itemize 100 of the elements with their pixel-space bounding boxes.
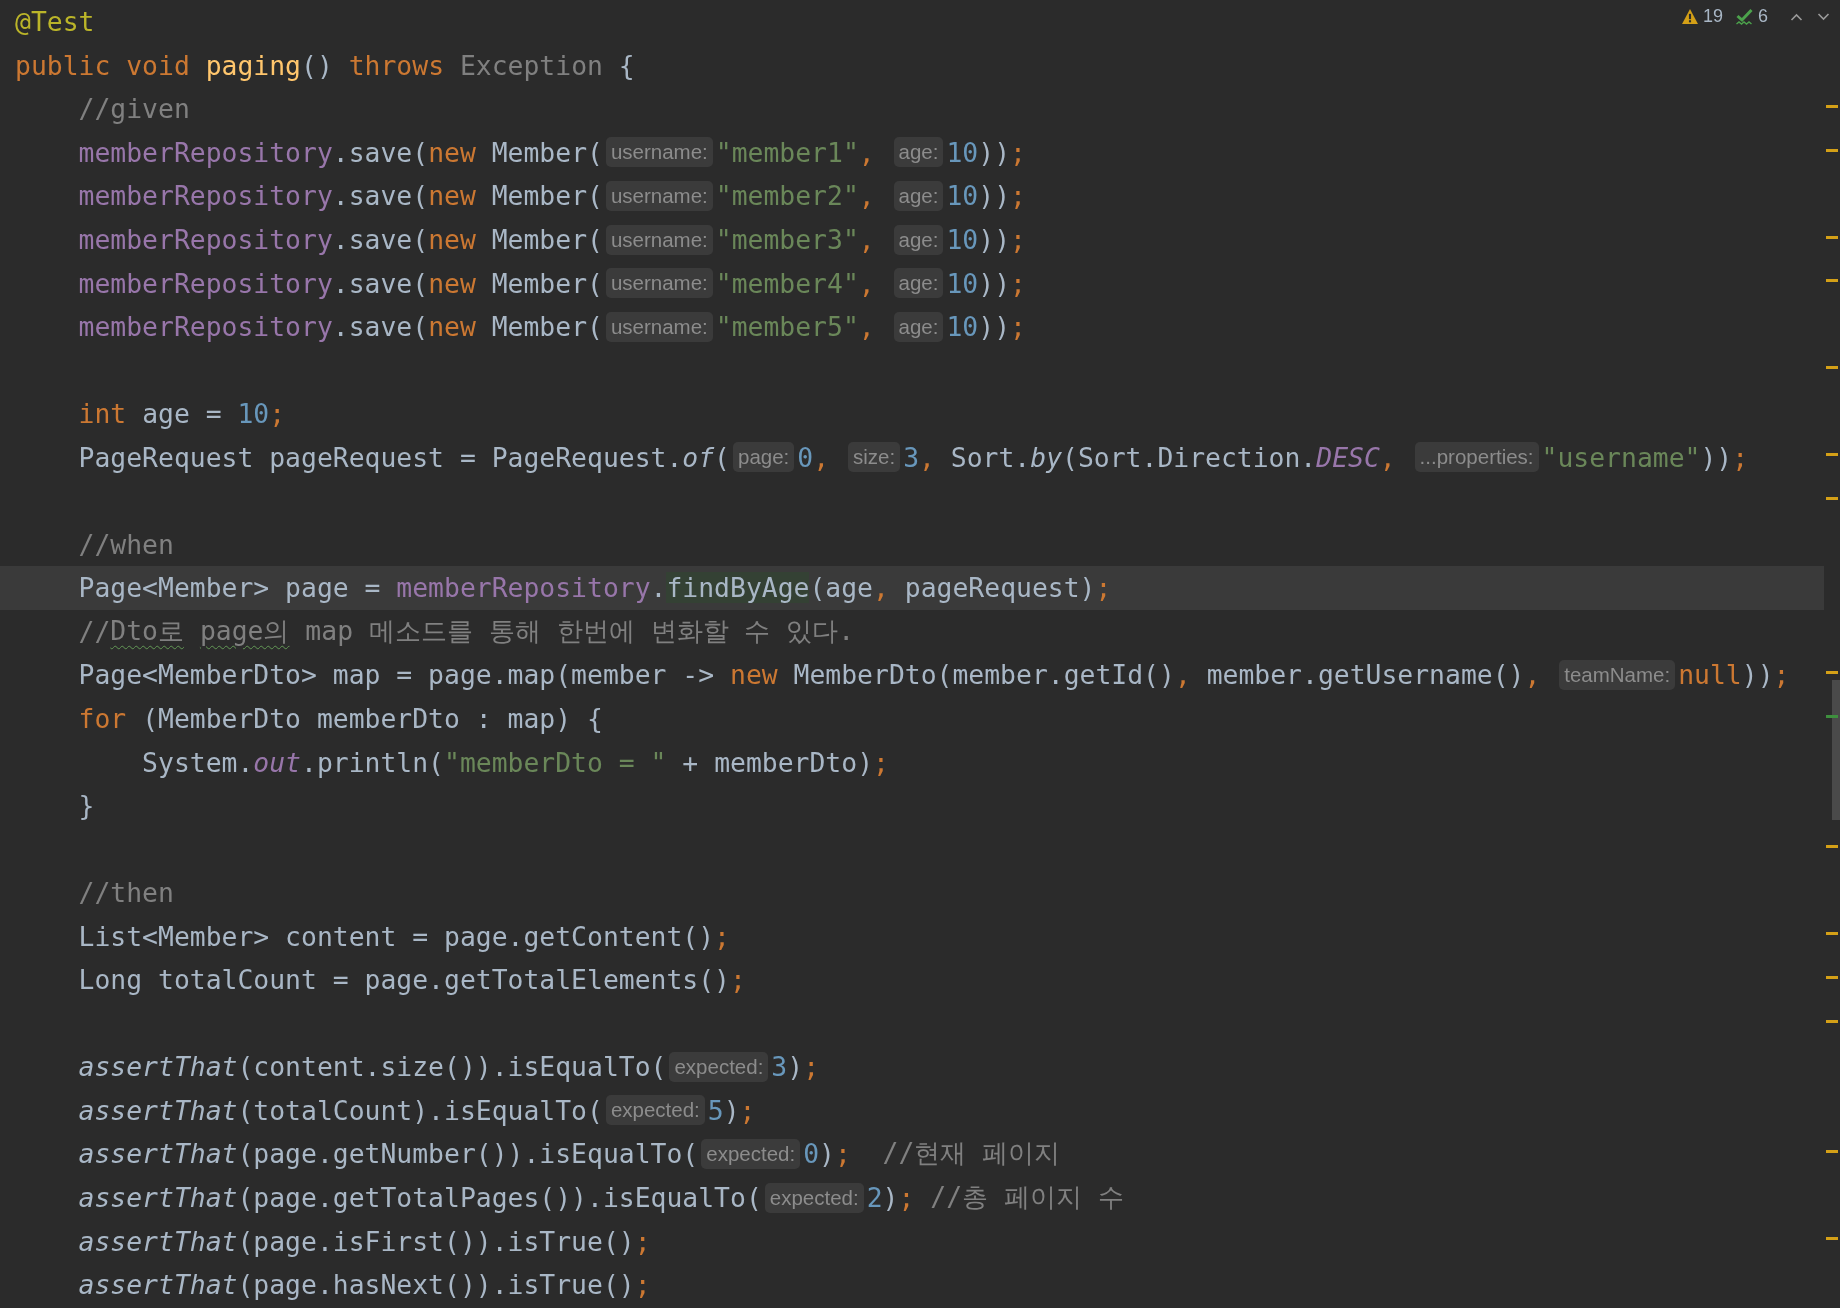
- code-token: assertThat: [78, 1269, 238, 1301]
- code-token: 0: [803, 1138, 820, 1170]
- code-token: (Sort.Direction.: [1062, 441, 1317, 473]
- code-token: )): [978, 267, 1011, 299]
- code-token: Long totalCount = page.getTotalElements(): [78, 964, 730, 996]
- code-comment: //then: [78, 877, 174, 909]
- code-token: int: [78, 398, 128, 430]
- code-token: Page<Member> page =: [78, 572, 382, 604]
- code-comment: //when: [78, 528, 174, 560]
- inlay-hint: age:: [893, 137, 944, 168]
- code-token: ;: [1010, 311, 1026, 343]
- code-token: ,: [858, 224, 876, 255]
- stripe-mark[interactable]: [1826, 279, 1838, 283]
- code-token: 5: [707, 1094, 724, 1126]
- code-token: memberRepository: [78, 180, 333, 212]
- code-token: 10: [946, 224, 979, 255]
- code-token: new: [428, 311, 477, 343]
- code-token: pageRequest): [904, 572, 1096, 604]
- code-token: (totalCount).isEqualTo(: [237, 1094, 603, 1126]
- scrollbar-thumb[interactable]: [1832, 680, 1840, 820]
- code-token: ,: [813, 441, 831, 473]
- code-token: ): [723, 1094, 740, 1126]
- stripe-mark[interactable]: [1826, 1150, 1838, 1154]
- code-token: Member(: [491, 136, 603, 168]
- code-token: "member1": [715, 136, 859, 168]
- code-token: Sort.: [950, 441, 1031, 473]
- code-token: .save(: [332, 180, 429, 212]
- code-token: 10: [237, 398, 270, 430]
- stripe-mark[interactable]: [1826, 105, 1838, 109]
- inlay-hint: ...properties:: [1414, 442, 1539, 473]
- code-token: (content.size()).isEqualTo(: [237, 1051, 667, 1083]
- chevron-down-icon[interactable]: [1817, 12, 1830, 21]
- code-comment: map 메소드를 통해 한번에 변화할 수 있다.: [305, 613, 855, 648]
- code-token: .: [650, 572, 667, 604]
- code-token: of: [682, 441, 715, 473]
- code-token: (age: [809, 572, 873, 604]
- code-token: )): [978, 136, 1011, 168]
- inlay-hint: expected:: [605, 1095, 705, 1126]
- code-token: new: [428, 267, 477, 299]
- stripe-mark[interactable]: [1826, 453, 1838, 457]
- code-token: ;: [834, 1138, 851, 1170]
- stripe-mark[interactable]: [1826, 714, 1838, 718]
- code-token: "memberDto = ": [444, 746, 667, 778]
- code-token: (MemberDto memberDto : map) {: [142, 703, 603, 734]
- code-token: ;: [1010, 224, 1026, 255]
- code-token: ): [787, 1051, 804, 1083]
- code-token: )): [1700, 441, 1733, 473]
- code-token: ;: [714, 920, 730, 952]
- inlay-hint: age:: [893, 268, 944, 299]
- code-token: 10: [946, 180, 979, 212]
- code-token: (page.isFirst()).isTrue(): [237, 1225, 635, 1257]
- code-token: memberRepository: [78, 136, 333, 168]
- code-token: Page<MemberDto> map = page.map(member ->: [78, 659, 716, 691]
- weak-warning-count[interactable]: 6: [1758, 6, 1768, 27]
- code-token: ;: [1010, 267, 1026, 299]
- code-token: 3: [771, 1051, 788, 1083]
- code-token: "username": [1541, 441, 1701, 473]
- code-token: assertThat: [78, 1094, 238, 1126]
- code-token: List<Member> content = page.getContent(): [78, 920, 715, 952]
- stripe-mark[interactable]: [1826, 235, 1838, 239]
- stripe-mark[interactable]: [1826, 1237, 1838, 1241]
- stripe-mark[interactable]: [1826, 148, 1838, 152]
- code-token: (page.getTotalPages()).isEqualTo(: [237, 1182, 762, 1214]
- code-token: (): [301, 49, 334, 81]
- code-token: new: [428, 136, 477, 168]
- code-token: )): [978, 311, 1011, 343]
- chevron-up-icon[interactable]: [1790, 12, 1803, 21]
- code-token: + memberDto): [682, 746, 874, 778]
- code-token: (page.hasNext()).isTrue(): [237, 1269, 635, 1301]
- inlay-hint: username:: [605, 224, 713, 255]
- code-token: PageRequest pageRequest = PageRequest.: [78, 441, 683, 473]
- code-token: 2: [866, 1182, 883, 1214]
- stripe-mark[interactable]: [1826, 671, 1838, 675]
- code-token: ,: [858, 180, 876, 212]
- code-token: for: [78, 703, 128, 734]
- code-token: )): [978, 224, 1011, 255]
- inlay-hint: age:: [893, 311, 944, 342]
- stripe-mark[interactable]: [1826, 845, 1838, 849]
- code-token: .save(: [332, 136, 429, 168]
- code-token: memberRepository: [396, 572, 651, 604]
- code-token: null: [1678, 659, 1742, 691]
- code-token: out: [253, 746, 301, 778]
- code-token: )): [1741, 659, 1774, 691]
- code-token: "member3": [715, 224, 859, 255]
- code-token: public void: [15, 49, 191, 81]
- inlay-hint: expected:: [764, 1182, 864, 1213]
- stripe-mark[interactable]: [1826, 1019, 1838, 1023]
- stripe-mark[interactable]: [1826, 976, 1838, 980]
- stripe-mark[interactable]: [1826, 366, 1838, 370]
- inlay-hint: username:: [605, 180, 713, 211]
- code-token: member.getUsername(): [1206, 659, 1525, 691]
- code-token: }: [78, 790, 95, 822]
- code-token: ;: [898, 1182, 915, 1214]
- warning-count[interactable]: 19: [1702, 6, 1723, 27]
- warning-icon[interactable]: [1680, 8, 1699, 25]
- code-token: assertThat: [78, 1138, 238, 1170]
- stripe-mark[interactable]: [1826, 932, 1838, 936]
- code-token: ;: [1732, 441, 1749, 473]
- check-icon[interactable]: [1735, 7, 1754, 26]
- code-token: ;: [803, 1051, 820, 1083]
